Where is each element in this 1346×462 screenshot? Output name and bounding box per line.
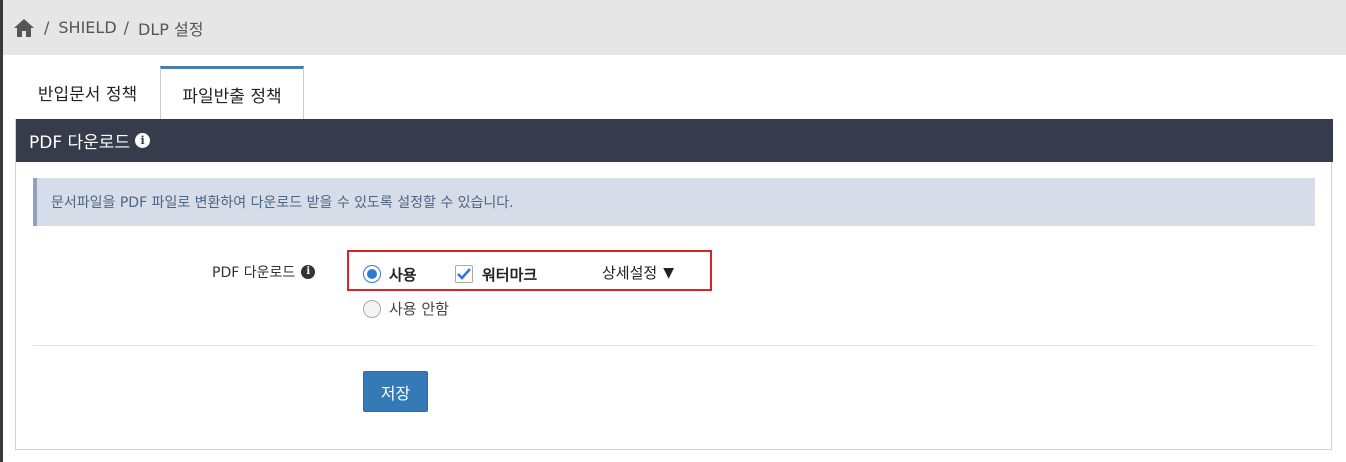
detail-settings-toggle[interactable]: 상세설정 ▼ bbox=[602, 262, 674, 283]
check-icon bbox=[457, 268, 471, 280]
detail-settings-label: 상세설정 bbox=[602, 264, 658, 282]
radio-not-use-label[interactable]: 사용 안함 bbox=[389, 298, 449, 319]
field-label: PDF 다운로드 i bbox=[212, 262, 316, 282]
pdf-download-panel: PDF 다운로드 i 문서파일을 PDF 파일로 변환하여 다운로드 받을 수 … bbox=[15, 119, 1333, 450]
watermark-label[interactable]: 워터마크 bbox=[482, 264, 537, 285]
divider bbox=[33, 345, 1315, 346]
radio-use-label[interactable]: 사용 bbox=[389, 264, 417, 285]
breadcrumb-separator: / bbox=[44, 18, 50, 37]
caret-down-icon: ▼ bbox=[663, 264, 674, 281]
info-icon[interactable]: i bbox=[135, 133, 151, 148]
breadcrumb-item-shield[interactable]: SHIELD bbox=[58, 18, 116, 37]
info-icon[interactable]: i bbox=[301, 265, 316, 279]
tab-import-policy[interactable]: 반입문서 정책 bbox=[16, 66, 159, 119]
radio-not-use[interactable] bbox=[363, 300, 381, 318]
radio-use[interactable] bbox=[363, 265, 381, 283]
breadcrumb-separator: / bbox=[123, 18, 130, 37]
home-icon[interactable] bbox=[13, 18, 35, 38]
field-label-text: PDF 다운로드 bbox=[212, 265, 296, 281]
watermark-checkbox[interactable] bbox=[455, 265, 473, 283]
tab-export-policy[interactable]: 파일반출 정책 bbox=[160, 66, 304, 120]
tab-bar: 반입문서 정책 파일반출 정책 bbox=[3, 66, 1346, 120]
save-button[interactable]: 저장 bbox=[363, 371, 428, 412]
breadcrumb: / SHIELD / DLP 설정 bbox=[3, 0, 1346, 55]
breadcrumb-item-dlp: DLP 설정 bbox=[138, 19, 204, 39]
notice-box: 문서파일을 PDF 파일로 변환하여 다운로드 받을 수 있도록 설정할 수 있… bbox=[33, 178, 1315, 226]
panel-title: PDF 다운로드 bbox=[29, 133, 131, 153]
panel-header: PDF 다운로드 i bbox=[16, 119, 1333, 162]
notice-text: 문서파일을 PDF 파일로 변환하여 다운로드 받을 수 있도록 설정할 수 있… bbox=[51, 195, 514, 211]
